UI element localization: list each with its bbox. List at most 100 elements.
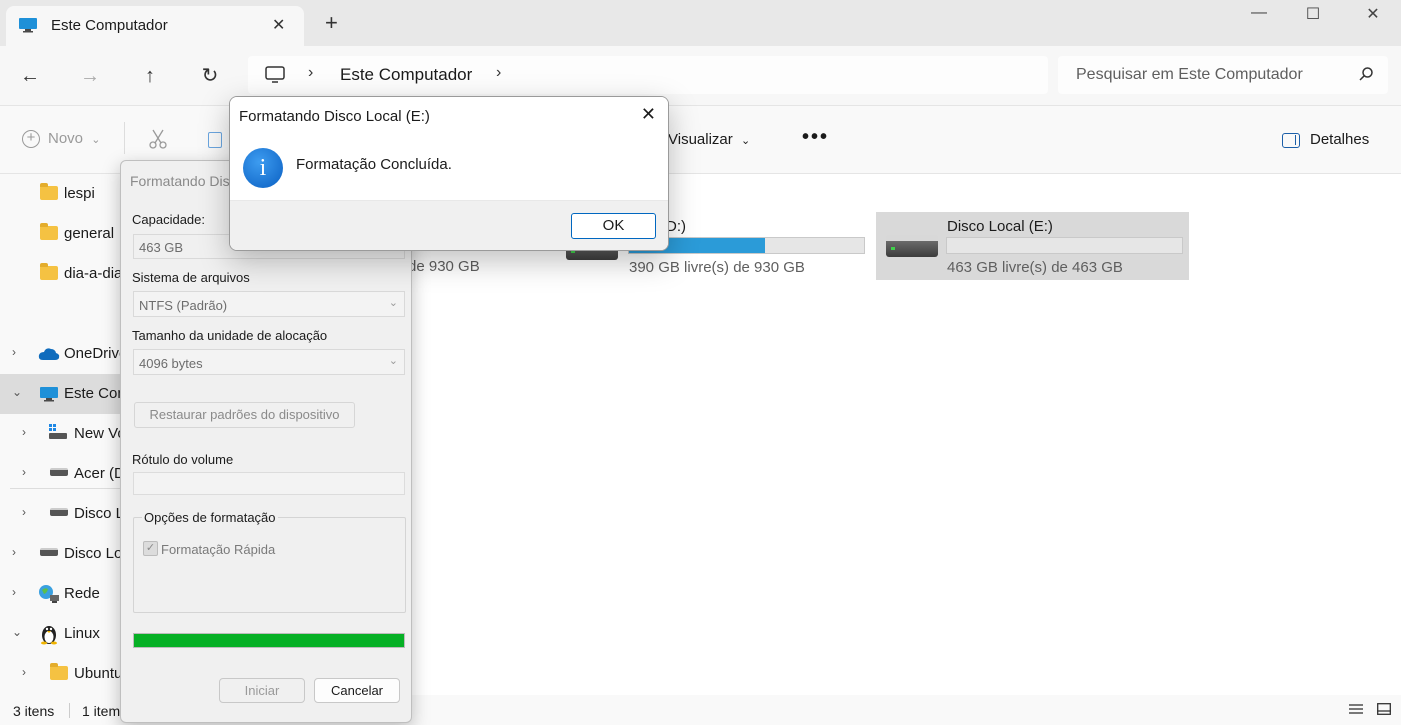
status-divider	[69, 703, 70, 718]
drive-icon	[50, 468, 68, 476]
chevron-right-icon[interactable]: ›	[22, 425, 26, 439]
details-view-icon[interactable]	[1349, 703, 1363, 715]
onedrive-cloud-icon	[38, 348, 60, 360]
format-dialog-title: Formatando Disco Local (E:)	[130, 173, 240, 189]
new-button[interactable]: + Novo ⌄	[22, 130, 100, 149]
quick-format-checkbox[interactable]: ✓	[143, 541, 158, 556]
chevron-right-icon[interactable]: ›	[12, 345, 16, 359]
sidebar-item-dia-a-dia[interactable]: dia-a-dia	[0, 254, 130, 294]
search-icon[interactable]	[1358, 66, 1374, 82]
tab-este-computador[interactable]: Este Computador ✕	[6, 6, 304, 46]
sidebar-item-lespi[interactable]: lespi	[0, 174, 130, 214]
monitor-icon	[265, 66, 285, 83]
chevron-right-icon[interactable]: ›	[22, 665, 26, 679]
volume-label-label: Rótulo do volume	[132, 452, 234, 467]
details-button[interactable]: Detalhes	[1282, 131, 1369, 148]
tiles-view-icon[interactable]	[1377, 703, 1391, 715]
chevron-down-icon: ⌄	[388, 297, 398, 309]
sidebar-item-ubuntu[interactable]: › Ubuntu	[0, 654, 130, 694]
tab-close-icon[interactable]: ✕	[272, 15, 285, 35]
sidebar-item-disco-local-2[interactable]: › Disco Local	[0, 534, 142, 574]
chevron-right-icon[interactable]: ›	[22, 505, 26, 519]
breadcrumb[interactable]: › Este Computador ›	[248, 56, 1048, 94]
message-title: Formatando Disco Local (E:)	[239, 108, 430, 125]
allocation-size-select[interactable]: 4096 bytes ⌄	[133, 349, 405, 375]
sidebar-item-label: general	[64, 225, 115, 242]
view-label: Visualizar	[668, 131, 733, 148]
linux-penguin-icon	[41, 626, 57, 645]
sidebar-item-label: Ubuntu	[74, 665, 123, 682]
drive-name: D:)	[666, 218, 686, 235]
sidebar-item-linux[interactable]: ⌄ Linux	[0, 614, 130, 654]
folder-icon	[50, 663, 68, 680]
breadcrumb-location[interactable]: Este Computador	[340, 65, 472, 85]
drive-free-space: de 930 GB	[408, 258, 480, 275]
sidebar-item-new-volume[interactable]: › New Volume	[0, 414, 158, 454]
folder-icon	[40, 263, 58, 280]
plus-icon: +	[22, 130, 40, 149]
folder-icon	[40, 183, 58, 200]
copy-icon[interactable]	[208, 132, 222, 148]
message-title-bar: Formatando Disco Local (E:) ✕	[230, 97, 668, 135]
toolbar-divider	[124, 122, 125, 154]
breadcrumb-separator[interactable]: ›	[496, 64, 501, 82]
title-bar: Este Computador ✕ + — ☐ ✕	[0, 0, 1401, 46]
drive-tile-e[interactable]: Disco Local (E:) 463 GB livre(s) de 463 …	[876, 212, 1189, 280]
search-input[interactable]: Pesquisar em Este Computador	[1076, 66, 1303, 84]
breadcrumb-separator[interactable]: ›	[308, 64, 313, 82]
navigation-pane: lespi general dia-a-dia › OneDrive ⌄ Est…	[0, 174, 181, 695]
folder-icon	[40, 223, 58, 240]
chevron-down-icon[interactable]: ⌄	[12, 385, 22, 399]
search-box[interactable]: Pesquisar em Este Computador	[1058, 56, 1388, 94]
drive-usage-bar	[946, 237, 1183, 254]
drive-icon	[50, 508, 68, 516]
chevron-down-icon: ⌄	[388, 355, 398, 367]
maximize-button[interactable]: ☐	[1290, 4, 1336, 28]
sidebar-item-general[interactable]: general	[0, 214, 130, 254]
back-button[interactable]: ←	[18, 64, 42, 88]
format-complete-dialog: Formatando Disco Local (E:) ✕ i Formataç…	[229, 96, 669, 251]
quick-format-label: Formatação Rápida	[161, 542, 276, 557]
file-system-select[interactable]: NTFS (Padrão) ⌄	[133, 291, 405, 317]
tab-title: Este Computador	[51, 17, 168, 34]
drive-free-space: 390 GB livre(s) de 930 GB	[629, 259, 805, 276]
sidebar-item-disco-local[interactable]: › Disco Local	[0, 494, 152, 534]
hard-drive-icon	[886, 235, 938, 257]
chevron-down-icon[interactable]: ⌄	[12, 625, 22, 639]
allocation-size-label: Tamanho da unidade de alocação	[132, 328, 328, 343]
restore-defaults-button[interactable]: Restaurar padrões do dispositivo	[134, 402, 355, 428]
ok-button[interactable]: OK	[571, 213, 656, 239]
chevron-right-icon[interactable]: ›	[12, 585, 16, 599]
more-options-button[interactable]: •••	[802, 126, 829, 149]
format-options-label: Opções de formatação	[142, 510, 278, 525]
computer-icon	[40, 387, 58, 402]
sidebar-item-este-computador[interactable]: ⌄ Este Computador	[0, 374, 181, 414]
selected-count: 1 item	[82, 703, 121, 719]
sidebar-item-label: dia-a-dia	[64, 265, 123, 282]
volume-label-input[interactable]	[133, 472, 405, 495]
sidebar-item-label: Linux	[64, 625, 100, 642]
sidebar-item-onedrive[interactable]: › OneDrive	[0, 334, 130, 374]
close-window-button[interactable]: ✕	[1350, 4, 1396, 28]
chevron-down-icon: ⌄	[740, 135, 751, 147]
drive-free-space: 463 GB livre(s) de 463 GB	[947, 259, 1123, 276]
cut-icon[interactable]	[148, 128, 168, 150]
view-button[interactable]: Visualizar ⌄	[668, 131, 750, 148]
start-button[interactable]: Iniciar	[219, 678, 305, 703]
chevron-right-icon[interactable]: ›	[12, 545, 16, 559]
cancel-button[interactable]: Cancelar	[314, 678, 400, 703]
new-tab-button[interactable]: +	[325, 12, 338, 34]
close-icon[interactable]: ✕	[641, 104, 656, 125]
chevron-right-icon[interactable]: ›	[22, 465, 26, 479]
minimize-button[interactable]: —	[1236, 4, 1282, 28]
allocation-size-value: 4096 bytes	[139, 356, 203, 371]
forward-button[interactable]: →	[78, 64, 102, 88]
sidebar-item-label: lespi	[64, 185, 95, 202]
details-pane-icon	[1282, 132, 1300, 148]
sidebar-item-rede[interactable]: › Rede	[0, 574, 130, 614]
up-button[interactable]: ↑	[138, 64, 162, 88]
sidebar-item-acer[interactable]: › Acer (D:)	[0, 454, 134, 494]
sidebar-item-label: OneDrive	[64, 345, 128, 362]
item-count: 3 itens	[13, 703, 55, 719]
refresh-button[interactable]: ↻	[198, 64, 222, 88]
